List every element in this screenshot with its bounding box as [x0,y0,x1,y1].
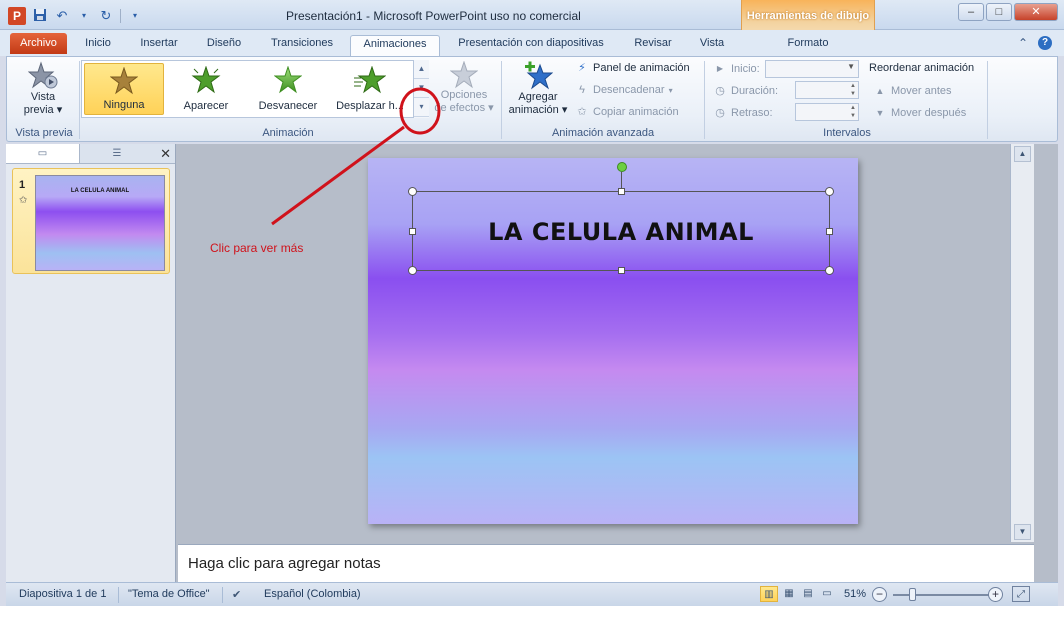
fit-to-window-icon[interactable]: ⤢ [1012,586,1030,602]
status-separator [118,587,119,603]
zoom-out-button[interactable]: − [872,587,887,602]
page-bottom-strip [0,606,1064,622]
status-separator [222,587,223,603]
spelling-check-icon[interactable]: ✔ [232,588,241,601]
language-status[interactable]: Español (Colombia) [264,588,361,600]
slideshow-view-icon[interactable]: ▭ [818,586,836,602]
annotation-text: Clic para ver más [210,241,304,255]
normal-view-icon[interactable]: ▥ [760,586,778,602]
slide-sorter-view-icon[interactable]: ▦ [780,586,798,602]
annotation-arrow-line [271,125,405,226]
zoom-slider-thumb[interactable] [909,588,916,601]
annotation-circle [399,87,441,135]
status-bar: Diapositiva 1 de 1 "Tema de Office" ✔ Es… [6,582,1058,606]
zoom-slider-track[interactable] [893,594,993,596]
zoom-level[interactable]: 51% [844,588,866,600]
reading-view-icon[interactable]: ▤ [799,586,817,602]
annotation-overlay [271,87,441,226]
zoom-in-button[interactable]: + [988,587,1003,602]
slide-count-status: Diapositiva 1 de 1 [19,588,107,600]
theme-status[interactable]: "Tema de Office" [128,588,210,600]
